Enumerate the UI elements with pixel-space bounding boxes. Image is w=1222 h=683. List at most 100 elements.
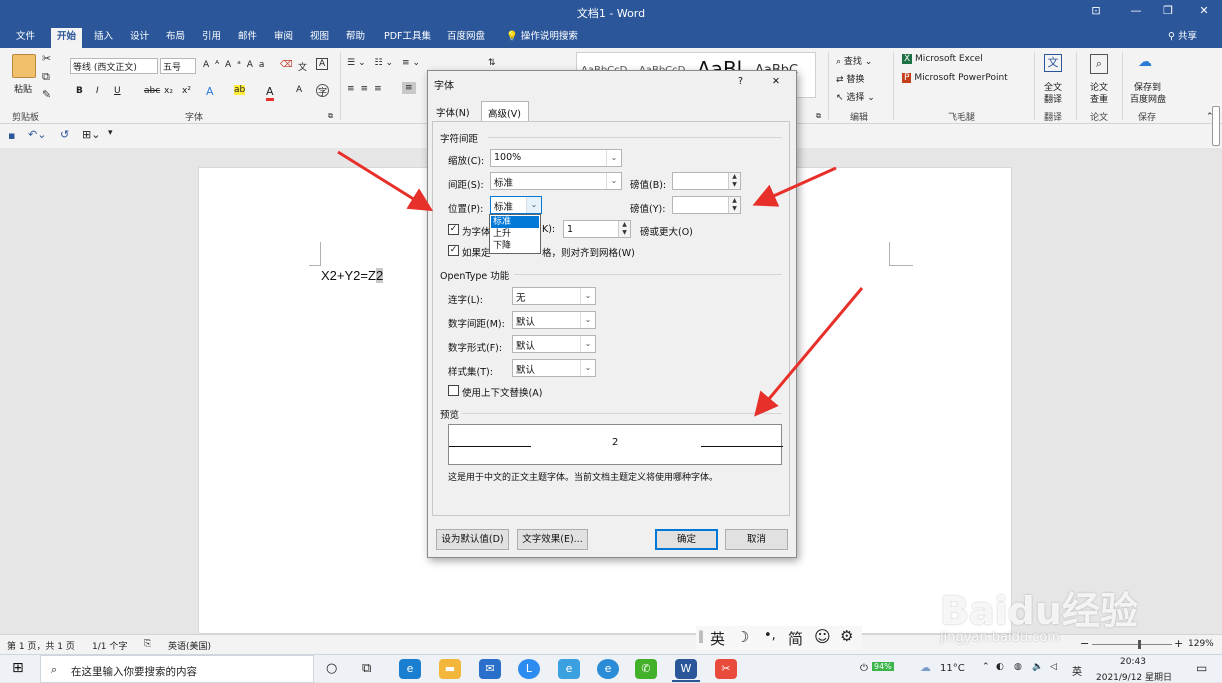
styleset-combo[interactable]: 默认 ⌄ [512,359,596,377]
tab-help[interactable]: 帮助 [340,30,371,48]
position-combo[interactable]: 标准 ⌄ [490,196,542,214]
scale-combo[interactable]: 100% ⌄ [490,149,622,167]
spacing-combo[interactable]: 标准 ⌄ [490,172,622,190]
volume-icon[interactable]: 🔈 [1032,662,1043,672]
tab-baidu-pan[interactable]: 百度网盘 [441,30,491,48]
notification-icon[interactable]: ▭ [1196,661,1207,675]
tab-design[interactable]: 设计 [124,30,155,48]
replace-button[interactable]: ⇄ 替换 [836,72,864,85]
char-shading-icon[interactable]: A [296,85,302,95]
customize-qat-icon[interactable]: ▾ [108,128,113,138]
position-option-lowered[interactable]: 下降 [491,240,539,252]
spin-up-icon[interactable]: ▲ [728,173,740,181]
font-color-icon[interactable]: A [266,85,274,101]
tab-font[interactable]: 字体(N) [436,105,470,119]
language-indicator[interactable]: 英语(美国) [168,639,211,652]
task-view-icon[interactable]: ⧉ [362,661,371,676]
font-size-tools[interactable]: AᴬAᵃAa [203,60,270,70]
underline-icon[interactable]: U [114,86,121,96]
paste-label[interactable]: 粘贴 [14,82,32,95]
punctuation-icon[interactable]: •, [764,628,776,643]
cancel-button[interactable]: 取消 [725,529,788,550]
moon-icon[interactable]: ☽ [736,628,749,646]
simplified-toggle[interactable]: 简 [788,628,803,649]
tab-layout[interactable]: 布局 [160,30,191,48]
temperature[interactable]: 11°C [940,663,965,674]
emoji-icon[interactable]: ☺ [814,627,831,646]
tab-review[interactable]: 审阅 [268,30,299,48]
clock-time[interactable]: 20:43 [1120,657,1146,667]
justify-button[interactable]: ≡ [402,82,416,94]
find-button[interactable]: ⌕ 查找 ⌄ [836,54,872,67]
share-button[interactable]: ⚲ 共享 [1162,30,1203,48]
redo-icon[interactable]: ↺ [60,128,69,141]
list-buttons[interactable]: ☰⌄ ☷⌄ ≡⌄ [347,58,423,68]
document-text[interactable]: X2+Y2=Z2 [321,268,384,283]
tab-home[interactable]: 开始 [51,28,83,48]
kerning-spinner[interactable]: 1 ▲ ▼ [563,220,631,238]
ime-language[interactable]: 英 [710,628,725,649]
cut-icon[interactable]: ✂ [42,52,51,65]
clear-format-icon[interactable]: ⌫ [280,60,293,70]
spin-down-icon[interactable]: ▼ [618,229,630,237]
paper-check-l2[interactable]: 查重 [1090,92,1108,105]
contextual-checkbox[interactable] [448,385,459,396]
spin-down-icon[interactable]: ▼ [728,205,740,213]
volume-icon[interactable]: ◁ [1050,662,1057,672]
input-language[interactable]: 英 [1072,663,1082,678]
italic-icon[interactable]: I [96,86,99,96]
save-icon[interactable]: ▪ [8,129,15,142]
tab-advanced[interactable]: 高级(V) [481,101,529,121]
select-button[interactable]: ↖ 选择 ⌄ [836,90,875,103]
file-explorer-icon[interactable]: ▬ [439,659,461,679]
subscript-icon[interactable]: x₂ [164,86,173,96]
font-dialog-launcher-icon[interactable]: ⧉ [328,112,333,121]
fulltext-translate-l2[interactable]: 翻译 [1044,92,1062,105]
tab-mailings[interactable]: 邮件 [232,30,263,48]
align-buttons[interactable]: ≡≡≡ [347,84,388,94]
app-l-icon[interactable]: L [518,659,540,679]
tab-references[interactable]: 引用 [196,30,227,48]
help-button[interactable]: ? [738,76,743,87]
mail-icon[interactable]: ✉ [479,659,501,679]
snipping-icon[interactable]: ✂ [715,659,737,679]
minimize-button[interactable]: — [1126,4,1146,20]
zoom-level[interactable]: 129% [1188,639,1214,649]
tell-me-search[interactable]: 💡 操作说明搜索 [500,30,584,48]
font-name-combo[interactable]: 等线 (西文正文) [70,58,158,74]
gear-icon[interactable]: ⚙ [840,627,853,645]
taskbar-search-box[interactable]: ⌕ 在这里输入你要搜索的内容 [40,655,314,683]
sort-icon[interactable]: ⇅ [488,58,496,68]
superscript-icon[interactable]: x² [182,86,191,96]
restore-button[interactable]: ❐ [1158,4,1178,20]
strikethrough-icon[interactable]: abc [144,86,160,96]
kerning-checkbox[interactable]: ✓ [448,224,459,235]
spacing-by-spinner[interactable]: ▲ ▼ [672,172,741,190]
tab-insert[interactable]: 插入 [88,30,119,48]
tab-pdf-tools[interactable]: PDF工具集 [378,30,437,48]
table-icon[interactable]: ⊞⌄ [82,128,100,141]
numform-combo[interactable]: 默认 ⌄ [512,335,596,353]
excel-button[interactable]: X Microsoft Excel [902,54,983,64]
word-icon[interactable]: W [675,659,697,679]
ok-button[interactable]: 确定 [655,529,718,550]
app-360-icon[interactable]: e [597,659,619,679]
zoom-slider-thumb[interactable] [1138,640,1141,649]
position-option-raised[interactable]: 上升 [491,228,539,240]
position-option-normal[interactable]: 标准 [491,216,539,228]
tray-icon[interactable]: ◐ [996,662,1004,672]
bold-icon[interactable]: B [76,86,83,96]
save-baidu-l2[interactable]: 百度网盘 [1130,92,1166,105]
word-count[interactable]: 1/1 个字 [92,639,127,652]
styles-launcher-icon[interactable]: ⧉ [816,112,821,121]
wechat-icon[interactable]: ✆ [635,659,657,679]
phonetic-icon[interactable]: 文 [298,60,307,73]
zoom-in-icon[interactable]: + [1174,637,1183,650]
network-icon[interactable]: ◍ [1014,662,1022,672]
ligature-combo[interactable]: 无 ⌄ [512,287,596,305]
zoom-slider[interactable] [1092,644,1172,645]
spin-down-icon[interactable]: ▼ [728,181,740,189]
baidu-pan-icon[interactable]: ☁ [1138,54,1152,70]
powerpoint-button[interactable]: P Microsoft PowerPoint [902,73,1008,83]
close-window-button[interactable]: ✕ [1194,4,1214,20]
